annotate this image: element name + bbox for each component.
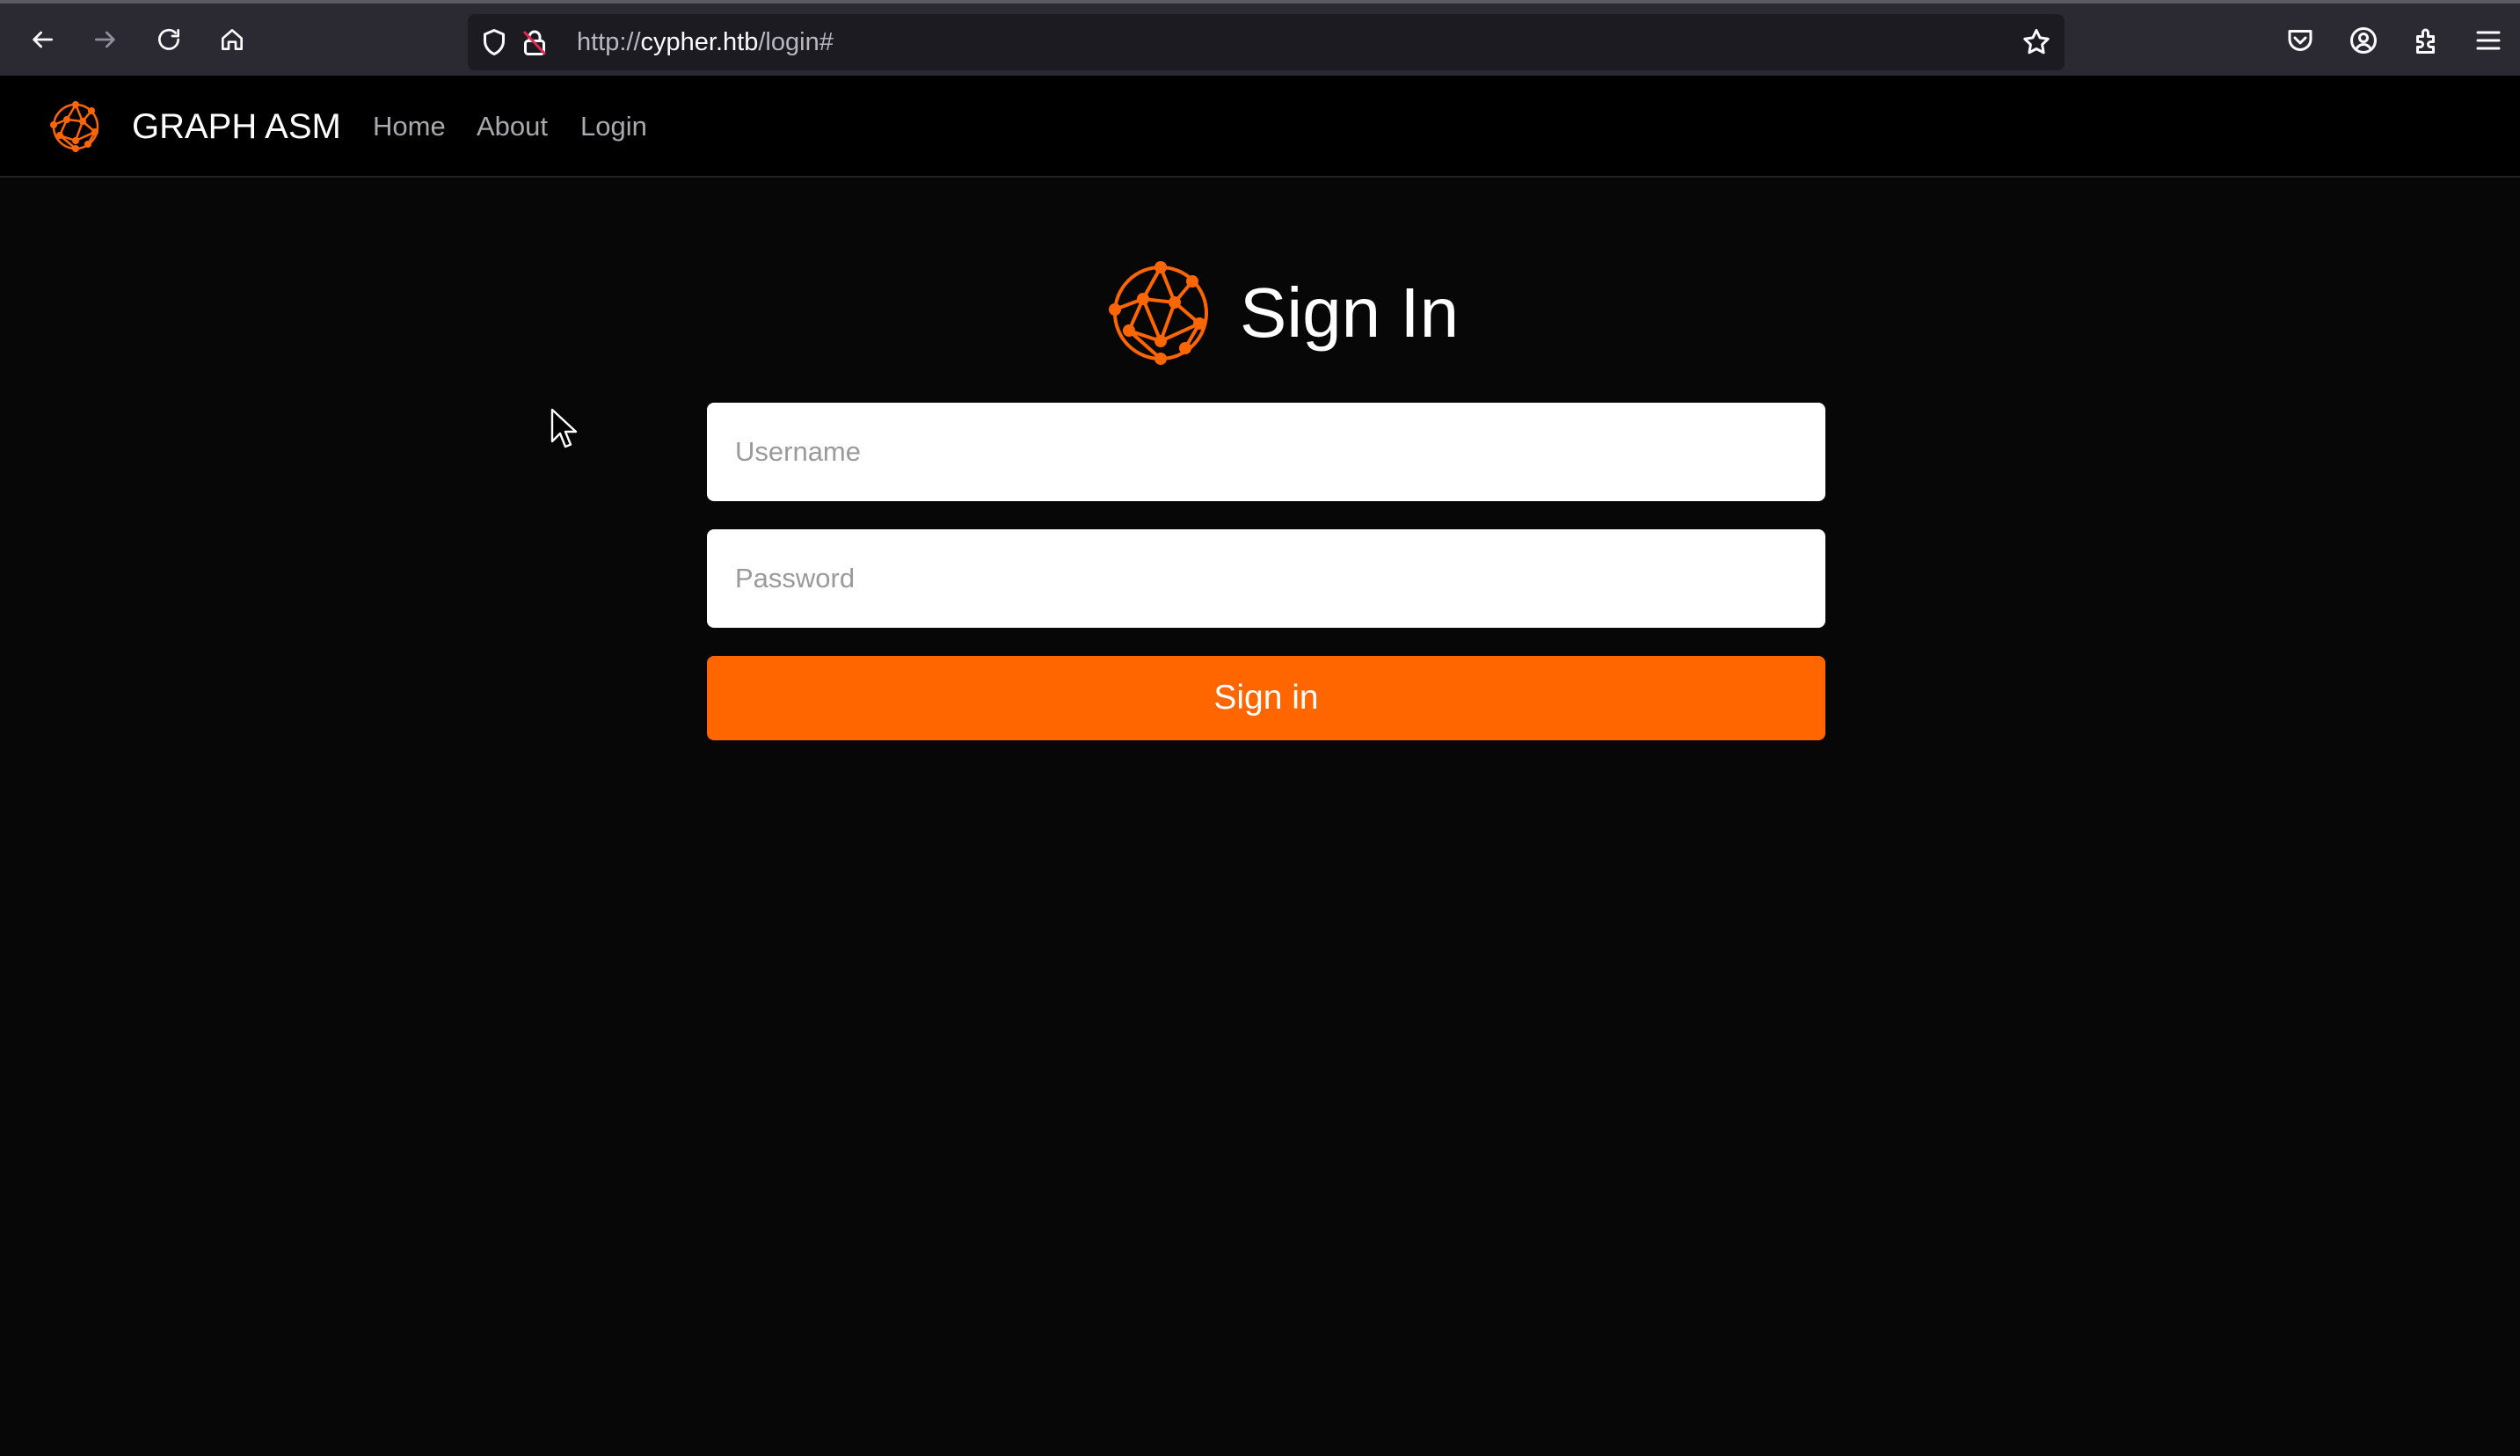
account-icon[interactable] — [2348, 25, 2379, 56]
back-arrow-icon[interactable] — [25, 22, 60, 57]
sign-in-button[interactable]: Sign in — [707, 656, 1825, 740]
browser-toolbar: http://cypher.htb/login# — [0, 0, 2520, 76]
reload-icon[interactable] — [151, 22, 186, 57]
star-icon[interactable] — [2021, 26, 2052, 58]
url-text[interactable]: http://cypher.htb/login# — [577, 26, 834, 58]
nav-link-about[interactable]: About — [477, 109, 548, 144]
home-icon[interactable] — [215, 22, 250, 57]
signin-header: Sign In — [1108, 260, 1459, 366]
graph-logo-icon — [1108, 260, 1213, 366]
brand-name[interactable]: GRAPH ASM — [132, 106, 341, 148]
page-title: Sign In — [1240, 273, 1460, 352]
url-bar[interactable]: http://cypher.htb/login# — [468, 14, 2065, 70]
extensions-icon[interactable] — [2411, 25, 2443, 56]
nav-link-home[interactable]: Home — [373, 109, 446, 144]
hamburger-menu-icon[interactable] — [2473, 25, 2504, 56]
insecure-lock-icon[interactable] — [519, 26, 550, 58]
site-navbar: GRAPH ASM Home About Login — [0, 76, 2520, 178]
nav-link-login[interactable]: Login — [580, 109, 647, 144]
password-input[interactable] — [707, 529, 1825, 628]
forward-arrow-icon[interactable] — [88, 22, 123, 57]
username-input[interactable] — [707, 403, 1825, 501]
shield-icon[interactable] — [478, 26, 510, 58]
graph-logo-icon[interactable] — [49, 100, 102, 153]
mouse-cursor-icon — [550, 408, 579, 450]
pocket-icon[interactable] — [2284, 25, 2316, 56]
